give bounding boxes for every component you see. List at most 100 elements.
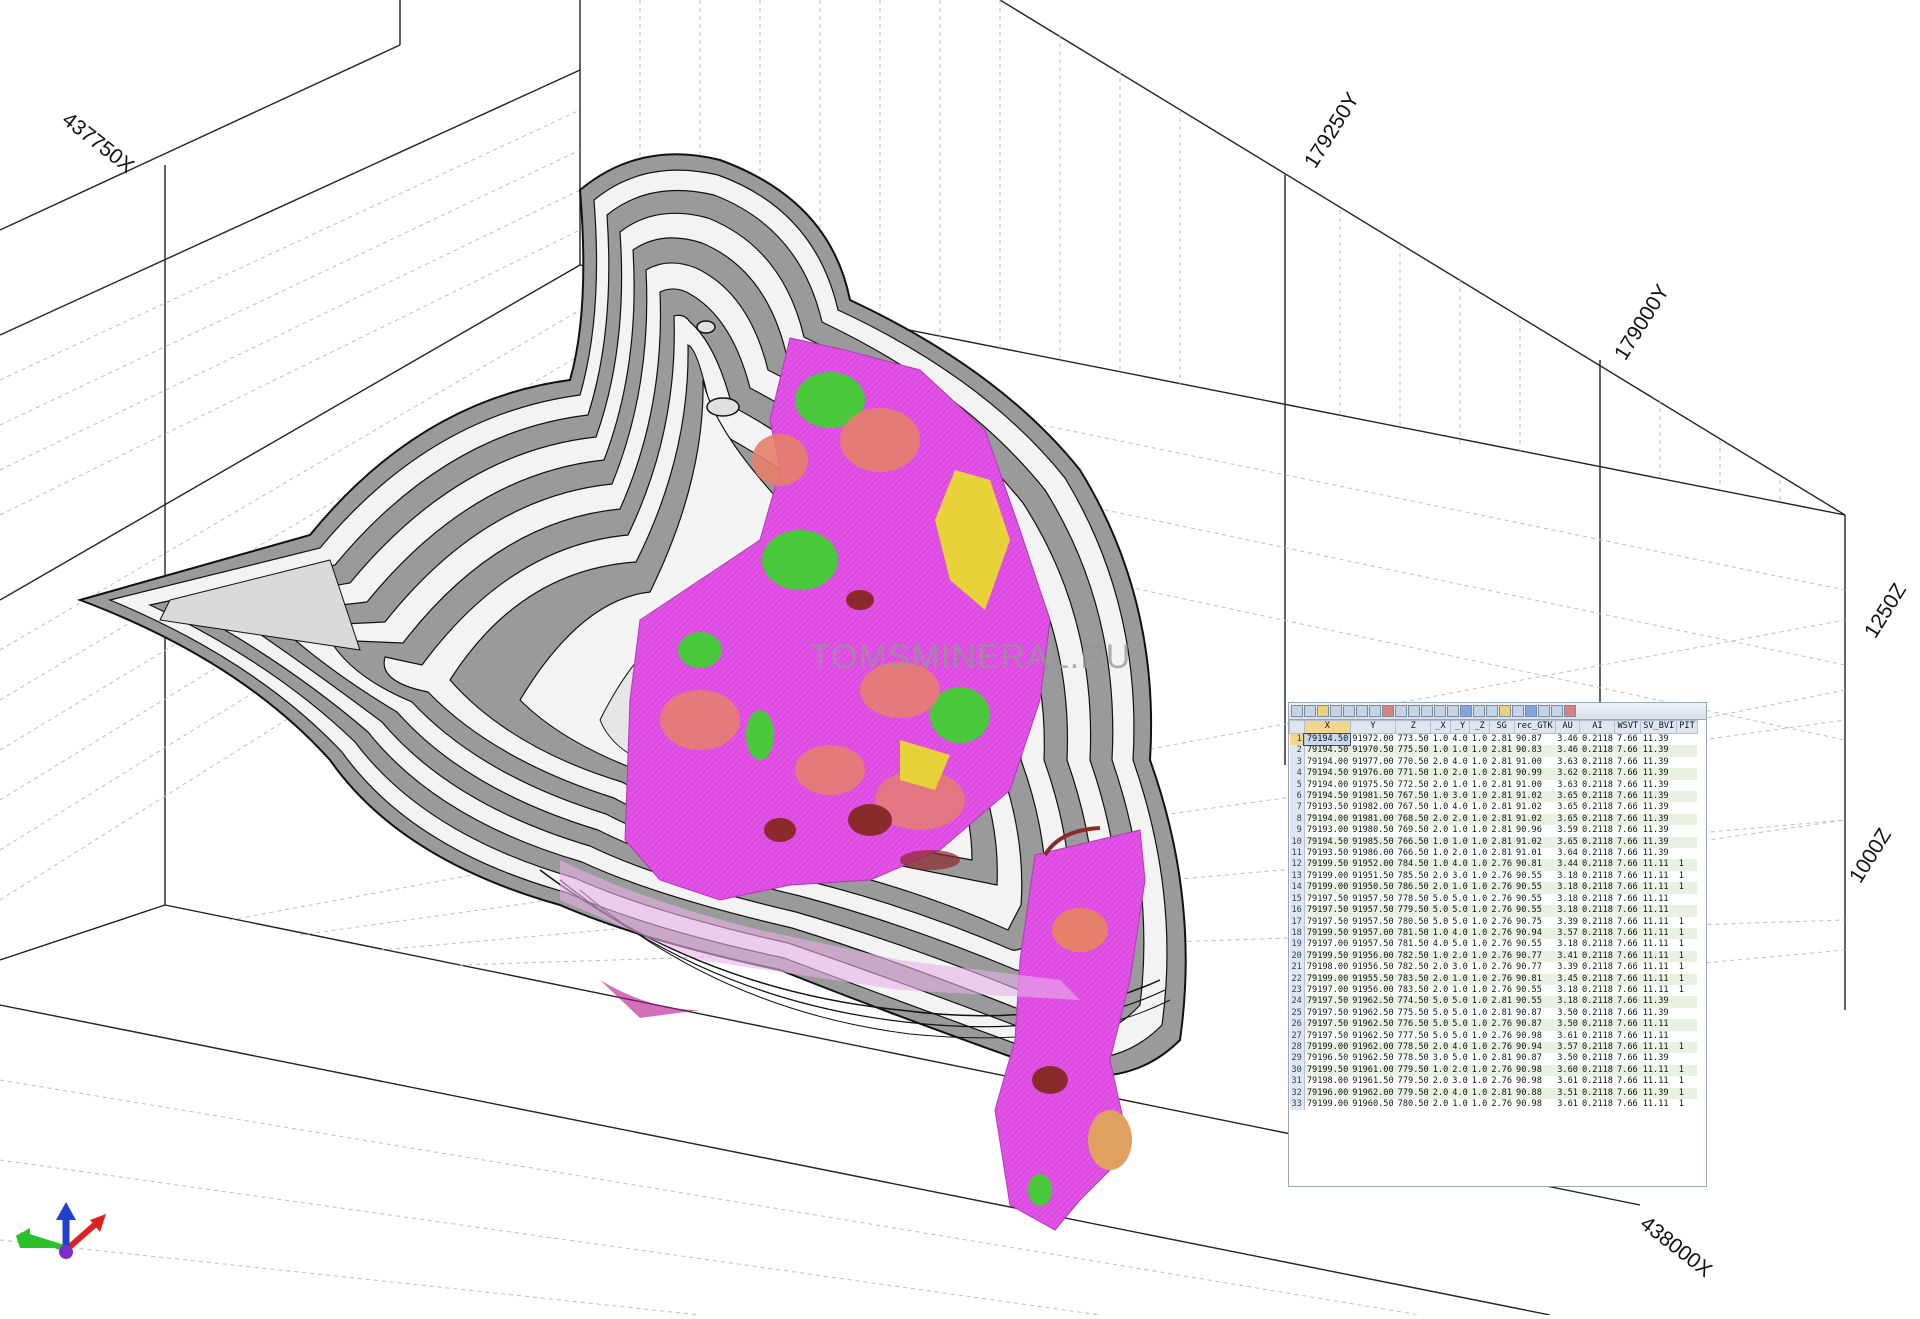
- table-cell[interactable]: 91962.50: [1350, 996, 1396, 1008]
- table-cell[interactable]: 79194.50: [1303, 732, 1352, 747]
- table-cell[interactable]: 79197.50: [1304, 1008, 1350, 1019]
- table-cell[interactable]: 1.0: [1430, 768, 1451, 780]
- table-cell[interactable]: 7.66: [1614, 927, 1641, 940]
- table-cell[interactable]: 90.55: [1514, 905, 1556, 917]
- table-cell[interactable]: 90.98: [1514, 1076, 1555, 1087]
- table-cell[interactable]: [1677, 780, 1698, 791]
- table-cell[interactable]: 0.2118: [1580, 962, 1615, 973]
- table-cell[interactable]: 7.66: [1614, 1041, 1641, 1054]
- table-cell[interactable]: 1: [1677, 1076, 1698, 1087]
- table-cell[interactable]: 0.2118: [1579, 836, 1615, 849]
- table-cell[interactable]: 11.39: [1641, 1008, 1677, 1019]
- table-cell[interactable]: 782.50: [1395, 950, 1431, 963]
- table-cell[interactable]: 3.63: [1555, 757, 1580, 768]
- table-cell[interactable]: 2.81: [1489, 825, 1514, 836]
- table-cell[interactable]: 79194.50: [1304, 768, 1351, 780]
- table-cell[interactable]: [1677, 1031, 1698, 1042]
- table-cell[interactable]: 11.11: [1641, 917, 1677, 928]
- table-cell[interactable]: 785.50: [1396, 871, 1431, 882]
- table-cell[interactable]: 7.66: [1615, 1053, 1641, 1064]
- open-icon[interactable]: [1304, 705, 1316, 717]
- table-cell[interactable]: 3.64: [1555, 848, 1580, 859]
- table-cell[interactable]: 91980.50: [1350, 825, 1395, 836]
- table-cell[interactable]: 7.66: [1614, 859, 1641, 871]
- table-cell[interactable]: 91957.50: [1350, 905, 1396, 917]
- table-cell[interactable]: 91.02: [1514, 791, 1556, 803]
- export-icon[interactable]: [1473, 705, 1485, 717]
- table-cell[interactable]: 3.0: [1450, 791, 1470, 803]
- table-cell[interactable]: 3.18: [1555, 905, 1580, 917]
- table-row[interactable]: 22 79199.00 91955.50 783.50 2.0 1.0 1.0 2.76 90.…: [1289, 973, 1698, 985]
- table-cell[interactable]: 766.50: [1396, 848, 1431, 859]
- column-header-sv_bvi[interactable]: SV_BVI: [1640, 720, 1678, 734]
- table-cell[interactable]: 11.39: [1640, 768, 1677, 780]
- table-cell[interactable]: 1.0: [1469, 836, 1490, 849]
- table-cell[interactable]: 770.50: [1396, 757, 1431, 768]
- table-cell[interactable]: 1.0: [1430, 791, 1451, 803]
- table-cell[interactable]: 91972.00: [1350, 734, 1395, 746]
- table-cell[interactable]: 91950.50: [1350, 882, 1396, 894]
- table-cell[interactable]: 90.81: [1514, 859, 1556, 871]
- table-row[interactable]: 25 79197.50 91962.50 775.50 5.0 5.0 1.0 2.81 90.…: [1289, 1007, 1698, 1020]
- table-row[interactable]: 18 79199.50 91957.00 781.50 1.0 4.0 1.0 2.76 90.…: [1289, 927, 1698, 940]
- row-number-cell[interactable]: 26: [1289, 1019, 1305, 1031]
- table-cell[interactable]: 7.66: [1614, 996, 1641, 1008]
- table-cell[interactable]: 2.76: [1489, 962, 1514, 973]
- table-cell[interactable]: 7.66: [1614, 882, 1641, 894]
- table-row[interactable]: 1 79194.50 91972.00 773.50 1.0 4.0 1.0 2.81 90.8…: [1289, 732, 1698, 747]
- table-cell[interactable]: 780.50: [1396, 917, 1431, 928]
- table-cell[interactable]: 5.0: [1430, 905, 1451, 917]
- table-cell[interactable]: 771.50: [1395, 768, 1431, 780]
- row-number-cell[interactable]: 27: [1289, 1030, 1305, 1042]
- table-row[interactable]: 28 79199.00 91962.00 778.50 2.0 4.0 1.0 2.76 90.…: [1289, 1041, 1698, 1054]
- table-cell[interactable]: 2.81: [1489, 813, 1515, 826]
- table-cell[interactable]: 1: [1676, 859, 1698, 871]
- table-cell[interactable]: 0.2118: [1579, 1064, 1615, 1077]
- table-cell[interactable]: 3.62: [1555, 768, 1580, 780]
- column-header-au[interactable]: AU: [1554, 720, 1581, 734]
- table-cell[interactable]: 79197.50: [1304, 1031, 1350, 1042]
- table-cell[interactable]: 91962.00: [1350, 1041, 1396, 1054]
- table-cell[interactable]: 2.0: [1431, 962, 1451, 973]
- table-cell[interactable]: 11.39: [1640, 813, 1677, 826]
- table-cell[interactable]: 79199.00: [1304, 882, 1351, 894]
- table-cell[interactable]: 5.0: [1450, 1008, 1470, 1019]
- table-cell[interactable]: 79197.50: [1304, 894, 1350, 905]
- table-cell[interactable]: 91.02: [1514, 836, 1556, 849]
- table-cell[interactable]: 11.11: [1641, 985, 1677, 996]
- table-cell[interactable]: 79194.50: [1304, 836, 1351, 849]
- table-cell[interactable]: 79196.50: [1304, 1053, 1350, 1064]
- table-cell[interactable]: 2.0: [1431, 780, 1451, 791]
- table-cell[interactable]: 91962.50: [1350, 1008, 1395, 1019]
- table-cell[interactable]: [1676, 1019, 1698, 1031]
- row-number-header[interactable]: [1289, 720, 1305, 734]
- table-cell[interactable]: 0.2118: [1580, 1031, 1615, 1042]
- table-row[interactable]: 24 79197.50 91962.50 774.50 5.0 5.0 1.0 2.81 90.…: [1289, 996, 1698, 1008]
- table-cell[interactable]: 11.11: [1640, 859, 1677, 871]
- table-cell[interactable]: 5.0: [1450, 905, 1470, 917]
- table-cell[interactable]: 0.2118: [1580, 757, 1615, 768]
- table-cell[interactable]: 7.66: [1614, 813, 1641, 826]
- table-cell[interactable]: 91982.00: [1350, 802, 1395, 813]
- table-cell[interactable]: 2.76: [1489, 1019, 1515, 1031]
- table-cell[interactable]: 783.50: [1395, 973, 1431, 985]
- table-cell[interactable]: [1676, 836, 1698, 849]
- save-icon[interactable]: [1291, 705, 1303, 717]
- table-cell[interactable]: 0.2118: [1579, 791, 1615, 803]
- table-cell[interactable]: 1.0: [1469, 813, 1490, 826]
- table-cell[interactable]: 1.0: [1469, 905, 1490, 917]
- table-cell[interactable]: 4.0: [1450, 927, 1470, 940]
- row-number-cell[interactable]: 29: [1289, 1053, 1305, 1065]
- table-cell[interactable]: 3.61: [1555, 1031, 1580, 1042]
- table-cell[interactable]: 11.11: [1640, 1064, 1677, 1077]
- column-header-_x[interactable]: _X: [1430, 720, 1451, 734]
- table-cell[interactable]: 1.0: [1470, 871, 1490, 882]
- table-cell[interactable]: 1.0: [1469, 927, 1490, 940]
- table-cell[interactable]: 2.0: [1430, 1041, 1451, 1054]
- table-cell[interactable]: 0.2118: [1579, 859, 1615, 871]
- table-cell[interactable]: 1.0: [1470, 1053, 1490, 1064]
- table-cell[interactable]: 1: [1676, 973, 1698, 985]
- table-cell[interactable]: [1676, 996, 1698, 1008]
- table-cell[interactable]: 7.66: [1614, 745, 1641, 757]
- table-cell[interactable]: 79199.50: [1304, 950, 1351, 963]
